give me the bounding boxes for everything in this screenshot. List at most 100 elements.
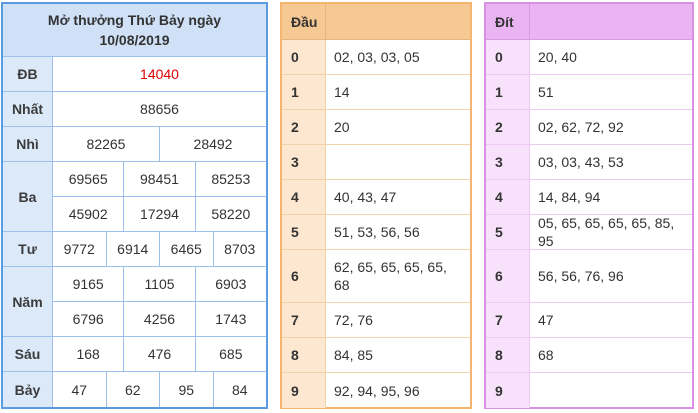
prize-number: 69565 — [68, 171, 108, 187]
dau-digit: 3 — [282, 145, 326, 179]
dit-row: 6 56, 56, 76, 96 — [486, 250, 692, 303]
prize-number: 45902 — [68, 206, 108, 222]
prize-label: Tư — [3, 232, 53, 266]
prize-row: ĐB 14040 — [3, 57, 266, 92]
prize-row: Nhì 82265 28492 — [3, 127, 266, 162]
prize-number: 17294 — [123, 197, 194, 231]
results-header: Mở thưởng Thứ Bảy ngày 10/08/2019 — [3, 4, 266, 57]
prize-number: 82265 — [86, 136, 126, 152]
prize-line: 45902 17294 58220 — [53, 196, 266, 231]
dit-header-blank — [530, 4, 692, 39]
dit-row: 8 68 — [486, 338, 692, 373]
dit-digit: 7 — [486, 303, 530, 337]
prize-number: 8703 — [212, 232, 267, 266]
dau-digit: 6 — [282, 250, 326, 302]
dit-digit: 4 — [486, 180, 530, 214]
dau-numbers: 92, 94, 95, 96 — [334, 382, 420, 399]
prize-label: Năm — [3, 267, 53, 336]
prize-label: Nhì — [3, 127, 53, 161]
dau-digit: 9 — [282, 373, 326, 408]
prize-row: Tư 9772 6914 6465 8703 — [3, 232, 266, 267]
prize-row: Bảy 47 62 95 84 — [3, 372, 266, 407]
prize-values: 88656 — [53, 92, 266, 126]
dit-header: Đít — [486, 4, 530, 39]
prize-line: 6796 4256 1743 — [53, 301, 266, 336]
dau-digit: 2 — [282, 110, 326, 144]
dit-body: 0 20, 40 1 51 2 02, 62, 72, 92 3 03, 03, 43, 53… — [486, 40, 692, 408]
prize-number: 88656 — [140, 101, 179, 117]
dau-table: Đầu 0 02, 03, 03, 05 1 14 2 20 3 4 40, 43, 47 5 51… — [280, 2, 472, 409]
dit-numbers: 03, 03, 43, 53 — [538, 154, 624, 170]
dit-numbers: 14, 84, 94 — [538, 189, 601, 205]
dau-digit: 7 — [282, 303, 326, 337]
dit-row: 1 51 — [486, 75, 692, 110]
prize-number: 62 — [105, 372, 160, 407]
prize-values: 69565 98451 85253 45902 17294 58220 — [53, 162, 266, 231]
dit-digit: 2 — [486, 110, 530, 144]
prize-line: 168 476 685 — [53, 337, 266, 371]
dit-row: 9 — [486, 373, 692, 408]
prize-number: 84 — [212, 372, 267, 407]
dau-row: 5 51, 53, 56, 56 — [282, 215, 470, 250]
dit-row: 0 20, 40 — [486, 40, 692, 75]
results-title: Mở thưởng Thứ Bảy ngày — [47, 12, 222, 28]
prize-number: 85253 — [194, 162, 266, 196]
prize-number: 47 — [71, 381, 88, 398]
dau-numbers: 14 — [334, 84, 350, 100]
prize-number: 476 — [123, 337, 194, 371]
dau-numbers: 62, 65, 65, 65, 65, 68 — [334, 259, 447, 293]
prize-label: Nhất — [3, 92, 53, 126]
dau-row: 6 62, 65, 65, 65, 65, 68 — [282, 250, 470, 303]
prize-label: Ba — [3, 162, 53, 231]
prize-number: 4256 — [123, 302, 194, 336]
dau-digit: 0 — [282, 40, 326, 74]
prize-number: 58220 — [194, 197, 266, 231]
dit-row: 5 05, 65, 65, 65, 65, 85, 95 — [486, 215, 692, 250]
dau-row: 9 92, 94, 95, 96 — [282, 373, 470, 408]
prize-row: Ba 69565 98451 85253 45902 17294 58220 — [3, 162, 266, 232]
prize-values: 82265 28492 — [53, 127, 266, 161]
prize-line: 14040 — [53, 57, 266, 91]
dit-header-row: Đít — [486, 4, 692, 40]
dau-numbers: 84, 85 — [334, 347, 373, 363]
lottery-results-table: Mở thưởng Thứ Bảy ngày 10/08/2019 ĐB 1404… — [1, 2, 268, 409]
dau-row: 7 72, 76 — [282, 303, 470, 338]
prize-number: 1105 — [123, 267, 194, 301]
dit-digit: 1 — [486, 75, 530, 109]
dau-digit: 4 — [282, 180, 326, 214]
dit-numbers: 02, 62, 72, 92 — [538, 119, 624, 135]
prize-line: 69565 98451 85253 — [53, 162, 266, 196]
dit-row: 4 14, 84, 94 — [486, 180, 692, 215]
prize-values: 168 476 685 — [53, 337, 266, 371]
dau-digit: 1 — [282, 75, 326, 109]
dit-table: Đít 0 20, 40 1 51 2 02, 62, 72, 92 3 03, 03, 43… — [484, 2, 694, 409]
prize-label: Sáu — [3, 337, 53, 371]
dau-row: 0 02, 03, 03, 05 — [282, 40, 470, 75]
dit-digit: 3 — [486, 145, 530, 179]
prize-number: 98451 — [123, 162, 194, 196]
dit-numbers: 20, 40 — [538, 49, 577, 65]
prize-number: 28492 — [159, 127, 266, 161]
prize-number: 6903 — [194, 267, 266, 301]
dau-numbers: 72, 76 — [334, 312, 373, 328]
prize-line: 9772 6914 6465 8703 — [53, 232, 266, 266]
dit-digit: 5 — [486, 215, 530, 249]
prize-line: 9165 1105 6903 — [53, 267, 266, 301]
dau-header: Đầu — [282, 4, 326, 39]
dau-body: 0 02, 03, 03, 05 1 14 2 20 3 4 40, 43, 47 5 51, 53… — [282, 40, 470, 408]
dit-numbers: 05, 65, 65, 65, 65, 85, 95 — [538, 215, 675, 249]
dit-digit: 6 — [486, 250, 530, 302]
prize-values: 9772 6914 6465 8703 — [53, 232, 266, 266]
dau-header-row: Đầu — [282, 4, 470, 40]
dau-numbers: 40, 43, 47 — [334, 189, 397, 205]
dau-digit: 5 — [282, 215, 326, 249]
special-prize-number: 14040 — [140, 66, 179, 82]
prize-number: 6465 — [159, 232, 213, 266]
prize-number: 6914 — [105, 232, 160, 266]
prize-row: Nhất 88656 — [3, 92, 266, 127]
dit-digit: 9 — [486, 373, 530, 408]
prize-line: 47 62 95 84 — [53, 372, 266, 407]
prize-row: Năm 9165 1105 6903 6796 4256 1743 — [3, 267, 266, 337]
dau-row: 4 40, 43, 47 — [282, 180, 470, 215]
dit-numbers: 56, 56, 76, 96 — [538, 268, 624, 284]
